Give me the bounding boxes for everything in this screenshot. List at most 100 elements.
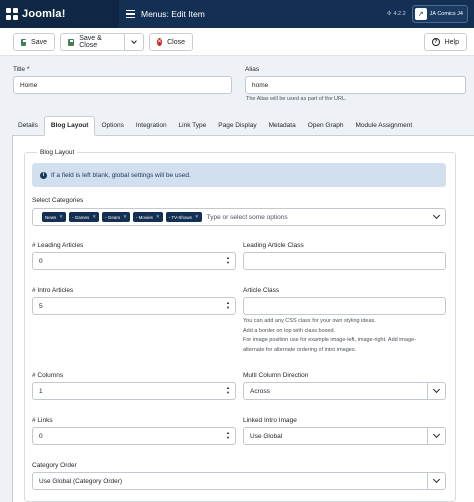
tab-metadata[interactable]: Metadata — [263, 116, 302, 136]
alias-hint: The Alias will be used as part of the UR… — [246, 96, 347, 102]
categories-select[interactable]: News ✕ - Games ✕ - Gears ✕ - Movies ✕ - TV-S… — [32, 208, 446, 226]
leading-articles-value: 0 — [39, 257, 43, 265]
remove-chip-icon[interactable]: ✕ — [123, 214, 127, 220]
columns-label: # Columns — [32, 372, 64, 379]
linked-intro-dropdown-toggle[interactable] — [427, 428, 445, 444]
number-spinner-icon[interactable]: ▲ ▼ — [226, 255, 230, 265]
remove-chip-icon[interactable]: ✕ — [156, 214, 160, 220]
category-chip[interactable]: - TV-Shows ✕ — [165, 212, 202, 222]
close-icon: ✕ — [157, 38, 163, 46]
multi-column-label: Multi Column Direction — [243, 372, 309, 379]
title-value: Home — [20, 81, 38, 89]
multi-column-select[interactable]: Across — [243, 382, 446, 400]
links-value: 0 — [39, 432, 43, 440]
number-spinner-icon[interactable]: ▲ ▼ — [226, 300, 230, 310]
page-title: Menus: Edit Item — [126, 9, 205, 19]
close-button[interactable]: ✕ Close — [149, 33, 193, 51]
tab-blog-layout[interactable]: Blog Layout — [43, 116, 96, 136]
leading-articles-label: # Leading Articles — [32, 242, 84, 249]
columns-input[interactable]: 1 ▲ ▼ — [32, 382, 236, 400]
chevron-down-icon — [432, 385, 441, 394]
tab-page-display[interactable]: Page Display — [212, 116, 262, 136]
number-spinner-icon[interactable]: ▲ ▼ — [226, 430, 230, 440]
save-close-button[interactable]: Save & Close — [60, 33, 125, 51]
chevron-down-icon — [432, 211, 440, 220]
linked-intro-select[interactable]: Use Global — [243, 427, 446, 445]
alias-input[interactable]: home — [245, 76, 466, 94]
intro-articles-label: # Intro Articles — [32, 287, 74, 294]
menu-list-icon — [126, 10, 135, 18]
tab-integration[interactable]: Integration — [130, 116, 173, 136]
help-button[interactable]: ? Help — [424, 33, 467, 51]
logo[interactable]: Joomla! — [0, 0, 119, 28]
tab-details[interactable]: Details — [12, 116, 44, 136]
save-close-label: Save & Close — [79, 35, 102, 49]
remove-chip-icon[interactable]: ✕ — [59, 214, 63, 220]
hint-line: You can add any CSS class for your own s… — [243, 318, 376, 324]
chevron-down-icon — [432, 430, 441, 439]
help-icon: ? — [432, 38, 440, 46]
title-input[interactable]: Home — [13, 76, 232, 94]
chevron-down-icon — [131, 37, 137, 44]
category-order-select[interactable]: Use Global (Category Order) — [32, 472, 446, 490]
article-class-hint: You can add any CSS class for your own s… — [243, 317, 453, 355]
intro-articles-input[interactable]: 5 ▲ ▼ — [32, 297, 236, 315]
hint-line: For image position use for example image… — [243, 337, 417, 343]
category-chip[interactable]: - Movies ✕ — [132, 212, 163, 222]
category-order-value: Use Global (Category Order) — [39, 477, 123, 485]
site-link-button[interactable]: ↗ JA Comics J4 — [411, 5, 468, 23]
hint-line: alternate for alternate ordering of intr… — [243, 346, 357, 353]
leading-class-input[interactable] — [243, 252, 446, 270]
save-icon — [21, 38, 27, 46]
tab-bar: Details Blog Layout Options Integration … — [12, 116, 474, 136]
save-icon — [68, 38, 75, 46]
leading-articles-input[interactable]: 0 ▲ ▼ — [32, 252, 236, 270]
chip-label: - TV-Shows — [168, 214, 192, 220]
article-class-input[interactable] — [243, 297, 446, 315]
joomla-logo-icon — [6, 8, 18, 20]
tab-options[interactable]: Options — [95, 116, 129, 136]
tab-link-type[interactable]: Link Type — [173, 116, 213, 136]
remove-chip-icon[interactable]: ✕ — [195, 214, 199, 220]
close-label: Close — [167, 38, 185, 46]
links-input[interactable]: 0 ▲ ▼ — [32, 427, 236, 445]
save-button[interactable]: Save — [13, 33, 55, 51]
tab-open-graph[interactable]: Open Graph — [302, 116, 350, 136]
save-dropdown-toggle[interactable] — [124, 33, 144, 51]
tab-module-assignment[interactable]: Module Assignment — [349, 116, 418, 136]
title-label: Title * — [13, 66, 30, 73]
external-link-icon: ↗ — [414, 8, 427, 20]
columns-value: 1 — [39, 387, 43, 395]
hint-line: Add a border on top with class boxed. — [243, 327, 336, 334]
page-title-text: Menus: Edit Item — [141, 9, 205, 19]
category-order-label: Category Order — [32, 462, 77, 469]
alias-label: Alias — [245, 66, 260, 73]
alias-value: home — [252, 81, 269, 89]
multi-column-dropdown-toggle[interactable] — [427, 383, 445, 399]
linked-intro-value: Use Global — [250, 432, 283, 440]
help-label: Help — [444, 38, 459, 46]
category-chip[interactable]: - Games ✕ — [69, 212, 100, 222]
leading-class-label: Leading Article Class — [243, 242, 304, 249]
info-alert: i If a field is left blank, global setti… — [32, 163, 446, 187]
remove-chip-icon[interactable]: ✕ — [92, 214, 96, 220]
version-text: 4.2.2 — [393, 11, 406, 17]
toolbar: Save Save & Close ✕ Close ? Help — [0, 28, 474, 56]
save-label: Save — [31, 38, 47, 46]
number-spinner-icon[interactable]: ▲ ▼ — [226, 385, 230, 395]
select-categories-label: Select Categories — [32, 197, 84, 204]
category-order-dropdown-toggle[interactable] — [427, 473, 445, 489]
category-chip[interactable]: News ✕ — [42, 212, 67, 222]
category-chip[interactable]: - Gears ✕ — [102, 212, 130, 222]
categories-dropdown-toggle[interactable] — [427, 209, 445, 225]
site-link-label: JA Comics J4 — [429, 11, 463, 17]
article-class-label: Article Class — [243, 287, 280, 294]
logo-text: Joomla! — [22, 8, 66, 20]
chip-label: News — [45, 214, 57, 220]
version-info: ✣ 4.2.2 — [387, 11, 406, 17]
chip-label: - Games — [72, 214, 90, 220]
links-label: # Links — [32, 417, 53, 424]
top-header: Joomla! Menus: Edit Item ✣ 4.2.2 ↗ JA Co… — [0, 0, 474, 28]
alert-text: If a field is left blank, global setting… — [51, 171, 191, 179]
intro-articles-value: 5 — [39, 302, 43, 310]
